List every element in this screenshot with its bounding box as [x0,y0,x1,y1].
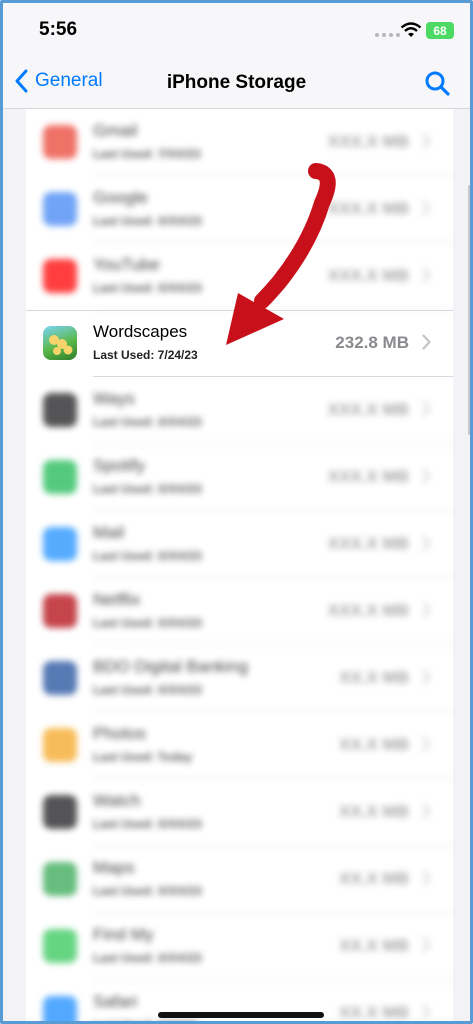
app-row[interactable]: Find My Last Used: X/XX/23 XX.X MB [26,913,453,980]
app-size: XXX.X MB [327,601,409,620]
app-icon [43,393,77,427]
chevron-right-icon [422,535,431,551]
app-row[interactable]: Maps Last Used: X/XX/23 XX.X MB [26,846,453,913]
app-row[interactable]: Netflix Last Used: X/XX/23 XXX.X MB [26,578,453,645]
chevron-right-icon [422,669,431,685]
app-last-used: Last Used: Today [93,750,193,764]
app-last-used: Last Used: X/XX/23 [93,683,202,697]
app-last-used: Last Used: X/XX/23 [93,214,202,228]
app-icon [43,527,77,561]
app-icon [43,192,77,226]
app-size: XX.X MB [339,1003,409,1022]
chevron-right-icon [422,401,431,417]
page-title: iPhone Storage [166,72,307,93]
status-bar: 5:56 68 [3,3,470,59]
app-last-used: Last Used: 7/XX/23 [93,147,201,161]
app-icon [43,259,77,293]
app-icon [43,728,77,762]
battery-icon: 68 [426,22,454,39]
app-size: 232.8 MB [335,333,409,352]
app-name: Spotify [93,456,145,475]
app-last-used: Last Used: X/XX/23 [93,281,202,295]
app-icon [43,594,77,628]
app-last-used: Last Used: X/XX/23 [93,951,202,965]
app-size: XXX.X MB [327,467,409,486]
app-icon [43,996,77,1021]
app-icon [43,326,77,360]
app-name: Mail [93,523,125,542]
chevron-right-icon [422,468,431,484]
battery-level: 68 [433,23,447,38]
app-icon [43,795,77,829]
navigation-bar: General iPhone Storage [3,59,470,109]
app-row[interactable]: Watch Last Used: X/XX/23 XX.X MB [26,779,453,846]
wifi-icon [400,22,422,37]
app-row[interactable]: BDO Digital Banking Last Used: X/XX/23 XX.… [26,645,453,712]
app-row[interactable]: Mail Last Used: X/XX/23 XXX.X MB [26,511,453,578]
app-size: XX.X MB [339,668,409,687]
app-name: Wordscapes [93,322,188,341]
chevron-right-icon [422,736,431,752]
app-icon [43,661,77,695]
app-icon [43,929,77,963]
app-last-used: Last Used: X/XX/23 [93,482,202,496]
app-name: Photos [93,724,146,743]
chevron-right-icon [422,1004,431,1020]
app-last-used: Last Used: 7/23/23 [93,1018,198,1021]
chevron-right-icon [422,602,431,618]
app-name: Safari [93,992,138,1011]
app-size: XXX.X MB [327,199,409,218]
app-size: XXX.X MB [327,132,409,151]
app-icon [43,862,77,896]
app-last-used: Last Used: 7/24/23 [93,348,198,362]
app-row[interactable]: Spotify Last Used: X/XX/23 XXX.X MB [26,444,453,511]
app-last-used: Last Used: X/XX/23 [93,817,202,831]
app-size: XX.X MB [339,936,409,955]
home-indicator [158,1012,324,1018]
chevron-right-icon [422,267,431,283]
app-last-used: Last Used: X/XX/23 [93,415,202,429]
chevron-right-icon [422,870,431,886]
app-name: Watch [93,791,141,810]
app-size: XX.X MB [339,869,409,888]
phone-screen: 5:56 68 General iPhone Storage Gmail Last… [0,0,473,1024]
app-name: BDO Digital Banking [93,657,248,676]
search-icon[interactable] [423,69,451,97]
app-name: Netflix [93,590,141,609]
app-name: Ways [93,389,135,408]
cellular-signal-icon [375,33,400,37]
app-row[interactable]: Ways Last Used: X/XX/23 XXX.X MB [26,377,453,444]
app-row[interactable]: Photos Last Used: Today XX.X MB [26,712,453,779]
app-name: Google [93,188,148,207]
red-arrow-annotation [226,163,336,345]
app-icon [43,125,77,159]
app-name: YouTube [93,255,160,274]
status-time: 5:56 [39,19,78,40]
chevron-right-icon [422,133,431,149]
chevron-right-icon [422,803,431,819]
app-size: XXX.X MB [327,534,409,553]
scrollbar[interactable] [468,185,470,435]
app-last-used: Last Used: X/XX/23 [93,884,202,898]
app-size: XXX.X MB [327,400,409,419]
chevron-right-icon [422,200,431,216]
app-icon [43,460,77,494]
chevron-right-icon [422,334,431,350]
app-name: Find My [93,925,154,944]
app-last-used: Last Used: X/XX/23 [93,616,202,630]
app-last-used: Last Used: X/XX/23 [93,549,202,563]
app-size: XX.X MB [339,802,409,821]
app-name: Maps [93,858,135,877]
chevron-right-icon [422,937,431,953]
app-size: XX.X MB [339,735,409,754]
app-size: XXX.X MB [327,266,409,285]
app-name: Gmail [93,121,138,140]
